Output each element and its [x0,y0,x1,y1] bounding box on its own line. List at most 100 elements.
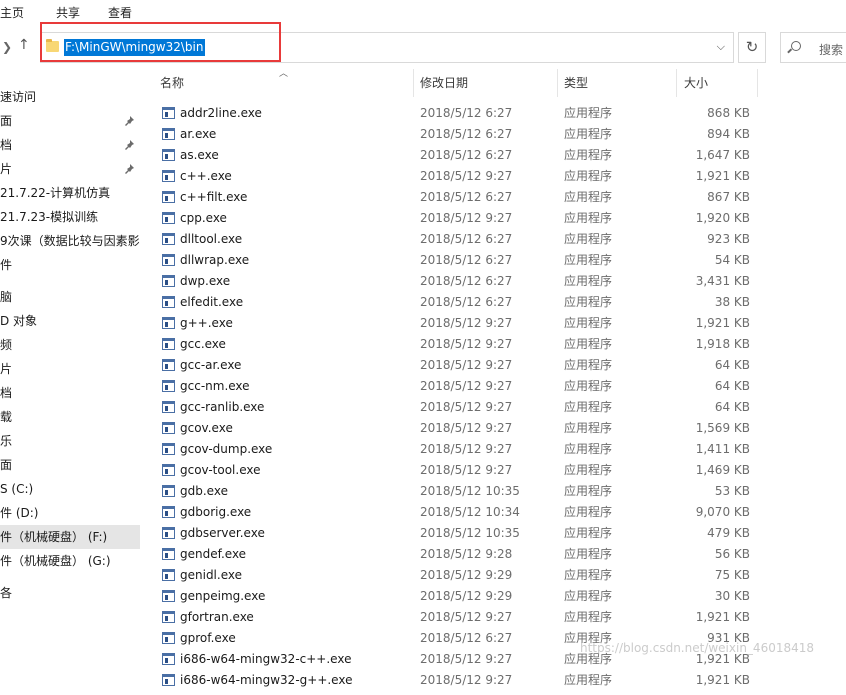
file-type: 应用程序 [564,589,613,603]
file-row[interactable]: gdbserver.exe 2018/5/12 10:35 应用程序 479 KB [150,523,846,544]
sidebar-item[interactable]: 各 [0,581,140,605]
file-row[interactable]: gdborig.exe 2018/5/12 10:34 应用程序 9,070 KB [150,502,846,523]
file-row[interactable]: ar.exe 2018/5/12 6:27 应用程序 894 KB [150,124,846,145]
chevron-down-icon[interactable]: ⌵ [717,40,725,54]
file-row[interactable]: gcc-nm.exe 2018/5/12 9:27 应用程序 64 KB [150,376,846,397]
sidebar-item[interactable]: 件 [0,253,140,277]
file-row[interactable]: gcov.exe 2018/5/12 9:27 应用程序 1,569 KB [150,418,846,439]
sidebar-item[interactable]: 片 [0,357,140,381]
exe-file-icon [162,128,175,140]
ribbon-tab-view[interactable]: 查看 [108,4,132,21]
sidebar-item[interactable]: 速访问 [0,85,140,109]
file-modified-date: 2018/5/12 9:27 [420,673,513,687]
file-name: dllwrap.exe [180,253,250,267]
recent-locations-chevron-icon[interactable]: ❯ [2,40,12,54]
file-row[interactable]: gcc-ranlib.exe 2018/5/12 9:27 应用程序 64 KB [150,397,846,418]
file-row[interactable]: gfortran.exe 2018/5/12 9:27 应用程序 1,921 KB [150,607,846,628]
sidebar-item[interactable]: 件 (D:) [0,501,140,525]
file-modified-date: 2018/5/12 6:27 [420,190,513,204]
file-name: gprof.exe [180,631,236,645]
sidebar-item[interactable]: 21.7.23-模拟训练 [0,205,140,229]
sidebar-item[interactable]: 面 [0,453,140,477]
file-row[interactable]: gcc.exe 2018/5/12 9:27 应用程序 1,918 KB [150,334,846,355]
file-row[interactable]: cpp.exe 2018/5/12 9:27 应用程序 1,920 KB [150,208,846,229]
column-divider[interactable] [557,69,558,97]
file-type: 应用程序 [564,463,613,477]
file-row[interactable]: i686-w64-mingw32-g++.exe 2018/5/12 9:27 应用… [150,670,846,691]
file-modified-date: 2018/5/12 6:27 [420,274,513,288]
sidebar-item[interactable]: 载 [0,405,140,429]
sidebar-item[interactable]: D 对象 [0,309,140,333]
sidebar-item[interactable]: 档 [0,133,140,157]
file-name: i686-w64-mingw32-c++.exe [180,652,352,666]
sidebar-item[interactable]: 档 [0,381,140,405]
refresh-button[interactable]: ↻ [738,32,766,63]
file-row[interactable]: g++.exe 2018/5/12 9:27 应用程序 1,921 KB [150,313,846,334]
file-size: 30 KB [714,589,750,603]
column-header-name[interactable]: 名称 [160,69,184,97]
file-row[interactable]: as.exe 2018/5/12 6:27 应用程序 1,647 KB [150,145,846,166]
file-type: 应用程序 [564,127,613,141]
file-row[interactable]: gendef.exe 2018/5/12 9:28 应用程序 56 KB [150,544,846,565]
file-row[interactable]: c++filt.exe 2018/5/12 6:27 应用程序 867 KB [150,187,846,208]
file-name: gendef.exe [180,547,247,561]
file-row[interactable]: dllwrap.exe 2018/5/12 6:27 应用程序 54 KB [150,250,846,271]
sidebar-item[interactable]: 件（机械硬盘） (F:) [0,525,140,549]
exe-file-icon [162,380,175,392]
address-bar[interactable]: F:\MinGW\mingw32\bin ⌵ [40,32,734,63]
file-type: 应用程序 [564,253,613,267]
file-size: 64 KB [714,379,750,393]
column-divider[interactable] [676,69,677,97]
column-header-type[interactable]: 类型 [564,69,588,97]
sidebar-item[interactable]: S (C:) [0,477,140,501]
sidebar-item[interactable]: 频 [0,333,140,357]
file-row[interactable]: gcov-dump.exe 2018/5/12 9:27 应用程序 1,411 KB [150,439,846,460]
column-divider[interactable] [413,69,414,97]
exe-file-icon [162,485,175,497]
file-type: 应用程序 [564,232,613,246]
file-row[interactable]: addr2line.exe 2018/5/12 6:27 应用程序 868 KB [150,103,846,124]
address-row: ❯ ↑ F:\MinGW\mingw32\bin ⌵ ↻ 搜索 [0,22,846,68]
file-type: 应用程序 [564,631,613,645]
file-row[interactable]: genpeimg.exe 2018/5/12 9:29 应用程序 30 KB [150,586,846,607]
file-row[interactable]: gdb.exe 2018/5/12 10:35 应用程序 53 KB [150,481,846,502]
exe-file-icon [162,191,175,203]
column-header-date[interactable]: 修改日期 [420,69,468,97]
up-arrow-icon[interactable]: ↑ [18,37,30,53]
pin-icon[interactable] [123,163,135,175]
search-input[interactable]: 搜索 [780,32,846,63]
file-type: 应用程序 [564,484,613,498]
file-row[interactable]: dwp.exe 2018/5/12 6:27 应用程序 3,431 KB [150,271,846,292]
file-row[interactable]: c++.exe 2018/5/12 9:27 应用程序 1,921 KB [150,166,846,187]
sidebar-item[interactable]: 脑 [0,285,140,309]
file-type: 应用程序 [564,442,613,456]
file-row[interactable]: gprof.exe 2018/5/12 6:27 应用程序 931 KB [150,628,846,649]
file-row[interactable]: elfedit.exe 2018/5/12 6:27 应用程序 38 KB [150,292,846,313]
sidebar-item[interactable]: 件（机械硬盘） (G:) [0,549,140,573]
column-divider[interactable] [757,69,758,97]
file-row[interactable]: dlltool.exe 2018/5/12 6:27 应用程序 923 KB [150,229,846,250]
file-row[interactable]: gcov-tool.exe 2018/5/12 9:27 应用程序 1,469 KB [150,460,846,481]
pin-icon[interactable] [123,115,135,127]
file-modified-date: 2018/5/12 10:35 [420,526,520,540]
column-header-size[interactable]: 大小 [684,69,708,97]
sidebar-item[interactable]: 9次课（数据比较与因素影 [0,229,140,253]
ribbon-tab-home[interactable]: 主页 [0,4,24,21]
sidebar-item[interactable]: 片 [0,157,140,181]
sidebar-item[interactable]: 乐 [0,429,140,453]
file-row[interactable]: gcc-ar.exe 2018/5/12 9:27 应用程序 64 KB [150,355,846,376]
file-row[interactable]: genidl.exe 2018/5/12 9:29 应用程序 75 KB [150,565,846,586]
sidebar-item-label: 面 [0,458,13,472]
file-name: as.exe [180,148,219,162]
address-path[interactable]: F:\MinGW\mingw32\bin [64,39,205,56]
sidebar-item[interactable]: 面 [0,109,140,133]
file-modified-date: 2018/5/12 9:29 [420,568,513,582]
file-list: addr2line.exe 2018/5/12 6:27 应用程序 868 KB ar.… [150,100,846,695]
file-size: 1,921 KB [695,610,750,624]
file-row[interactable]: i686-w64-mingw32-c++.exe 2018/5/12 9:27 应用… [150,649,846,670]
sidebar-item[interactable]: 21.7.22-计算机仿真 [0,181,140,205]
pin-icon[interactable] [123,139,135,151]
ribbon-tab-share[interactable]: 共享 [56,4,80,21]
file-size: 1,921 KB [695,169,750,183]
sidebar-item-label: 21.7.23-模拟训练 [0,210,99,224]
